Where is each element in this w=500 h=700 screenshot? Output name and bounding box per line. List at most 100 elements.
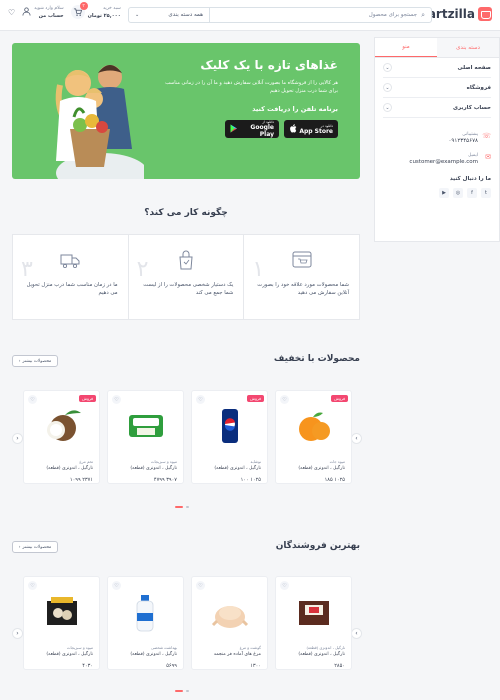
search-divider: [209, 7, 210, 23]
cart-logo-icon: [478, 7, 492, 21]
coconut-image: [46, 410, 81, 441]
tab-categories[interactable]: دسته بندی: [437, 38, 499, 57]
appstore-big: App Store: [299, 127, 333, 135]
product-category: میوه و سبزیجات: [150, 459, 177, 464]
delivery-truck-icon: [60, 254, 80, 269]
search-bar: ⌕ جستجو برای محصول همه دسته بندی ⌄: [128, 7, 432, 23]
googleplay-button[interactable]: دانلود از Google Play: [225, 120, 279, 138]
wishlist-heart-icon[interactable]: ♡: [112, 581, 121, 590]
more-label: محصولات بیشتر: [22, 544, 52, 550]
googleplay-big: Google Play: [250, 124, 274, 138]
product-category: میوه و سبزیجات: [66, 645, 93, 650]
browser-order-icon: [292, 251, 312, 268]
wishlist-heart-icon[interactable]: ♡: [280, 395, 289, 404]
tab-menu[interactable]: منو: [375, 38, 437, 57]
product-price: ۴۰۳۰: [82, 663, 93, 669]
sidebar-item-shop[interactable]: فروشگاه ⌄: [383, 78, 491, 98]
chevron-left-icon: ‹: [18, 544, 21, 550]
product-card[interactable]: ♡ نارگیل ، اندونزی (قطعه) نارگیل ، اندون…: [275, 576, 352, 670]
wishlist-heart-icon[interactable]: ♡: [28, 581, 37, 590]
pagination-dot[interactable]: [186, 690, 189, 692]
email-value[interactable]: customer@example.com: [409, 159, 478, 165]
product-name[interactable]: مرغ های آماده فر منجمد: [214, 652, 261, 657]
facebook-icon[interactable]: f: [467, 188, 477, 198]
bestsellers-more-button[interactable]: محصولات بیشتر ‹: [12, 541, 58, 553]
instagram-icon[interactable]: ◎: [453, 188, 463, 198]
discount-more-button[interactable]: محصولات بیشتر ‹: [12, 355, 58, 367]
product-name[interactable]: نارگیل ، اندونزی (قطعه): [130, 466, 177, 471]
sale-badge: فروش: [331, 395, 348, 402]
how-it-works-steps: ۱ شما محصولات مورد علاقه خود را بصورت آن…: [12, 234, 360, 320]
chevron-left-icon: ‹: [18, 358, 21, 364]
sidebar-item-home[interactable]: صفحه اصلی ⌄: [383, 58, 491, 78]
chocolate-bar-image: [298, 601, 329, 625]
product-name[interactable]: نارگیل ، اندونزی (قطعه): [214, 466, 261, 471]
sale-badge: فروش: [79, 395, 96, 402]
carousel-next-button[interactable]: ›: [351, 628, 362, 639]
search-placeholder: جستجو برای محصول: [368, 12, 418, 18]
product-category: میوه جات: [329, 459, 345, 464]
product-card[interactable]: فروش ♡ میوه جات نارگیل ، اندونزی (قطعه) …: [275, 390, 352, 484]
wishlist-heart-icon[interactable]: ♡: [196, 581, 205, 590]
product-card[interactable]: ♡ گوشت و مرغ مرغ های آماده فر منجمد ۱۳۰۰: [191, 576, 268, 670]
user-icon: [22, 6, 31, 18]
hero-title: غذاهای تازه با یک کلیک: [200, 58, 338, 72]
wishlist-heart-icon[interactable]: ♡: [8, 8, 15, 17]
support-phone[interactable]: ۰۹۱۲۳۴۵۶۷۸: [448, 138, 478, 144]
pagination-dot-active[interactable]: [175, 690, 183, 692]
step-text: شما محصولات مورد علاقه خود را بصورت آنلا…: [257, 282, 349, 296]
account-hello: سلام وارد شوید: [34, 5, 64, 11]
product-name[interactable]: نارگیل ، اندونزی (قطعه): [130, 652, 177, 657]
account-button[interactable]: سلام وارد شوید حساب من: [22, 5, 64, 19]
hero-text: غذاهای تازه با یک کلیک هر کالایی را از ف…: [158, 58, 338, 138]
cart-button[interactable]: سبد خرید ۲۵,۰۰۰ تومان ۳: [70, 2, 121, 19]
email-label: ایمیل: [468, 153, 478, 158]
wishlist-heart-icon[interactable]: ♡: [280, 581, 289, 590]
cheese-pack-image: [128, 415, 163, 437]
category-select[interactable]: همه دسته بندی ⌄: [129, 12, 209, 18]
support-label: پشتیبانی: [462, 132, 478, 137]
bestsellers-products-row: ♡ نارگیل ، اندونزی (قطعه) نارگیل ، اندون…: [20, 576, 352, 670]
cart-count-badge: ۳: [79, 2, 88, 10]
step-text: ما در زمان مناسب شما درب منزل تحویل می د…: [26, 282, 118, 296]
step-item: ۲ یک دستیار شخصی محصولات را از لیست شما …: [127, 235, 244, 319]
appstore-button[interactable]: دانلود در App Store: [284, 120, 338, 138]
wishlist-heart-icon[interactable]: ♡: [196, 395, 205, 404]
social-links: t f ◎ ▶: [383, 188, 491, 198]
product-card[interactable]: فروش ♡ تخم مرغ نارگیل ، اندونزی (قطعه) ۲…: [23, 390, 100, 484]
bestsellers-section-title: بهترین فروشندگان: [275, 541, 360, 551]
step-item: ۳ ما در زمان مناسب شما درب منزل تحویل می…: [13, 235, 128, 319]
product-card[interactable]: ♡ میوه و سبزیجات نارگیل ، اندونزی (قطعه)…: [107, 390, 184, 484]
search-input[interactable]: ⌕ جستجو برای محصول: [210, 11, 431, 20]
product-card[interactable]: ♡ بهداشت شخصی نارگیل ، اندونزی (قطعه) ۵۶…: [107, 576, 184, 670]
product-price: ۱۰۲۵ ۱۸۵: [324, 477, 345, 483]
wishlist-heart-icon[interactable]: ♡: [28, 395, 37, 404]
more-label: محصولات بیشتر: [22, 358, 52, 364]
product-name[interactable]: نارگیل ، اندونزی (قطعه): [298, 466, 345, 471]
product-name[interactable]: نارگیل ، اندونزی (قطعه): [46, 466, 93, 471]
chevron-down-icon: ⌄: [383, 63, 392, 72]
discount-section-title: محصولات با تخفیف: [273, 354, 360, 364]
youtube-icon[interactable]: ▶: [439, 188, 449, 198]
site-header: Cartzilla ⌕ جستجو برای محصول همه دسته بن…: [0, 0, 500, 31]
pagination-dot-active[interactable]: [175, 506, 183, 508]
sidebar-tabs: دسته بندی منو: [375, 38, 499, 58]
store-buttons: دانلود در App Store دانلود از Google Pla…: [158, 120, 338, 138]
product-card[interactable]: ♡ میوه و سبزیجات نارگیل ، اندونزی (قطعه)…: [23, 576, 100, 670]
carousel-next-button[interactable]: ›: [351, 433, 362, 444]
product-card[interactable]: فروش ♡ نوشابه نارگیل ، اندونزی (قطعه) ۱۰…: [191, 390, 268, 484]
step-item: ۱ شما محصولات مورد علاقه خود را بصورت آن…: [243, 235, 359, 319]
sidebar-item-account[interactable]: حساب کاربری ⌄: [383, 98, 491, 118]
wishlist-heart-icon[interactable]: ♡: [112, 395, 121, 404]
product-category: نوشابه: [250, 459, 261, 464]
twitter-icon[interactable]: t: [481, 188, 491, 198]
product-name[interactable]: نارگیل ، اندونزی (قطعه): [298, 652, 345, 657]
product-price: ۱۰۲۵ ۱۰۰: [240, 477, 261, 483]
product-name[interactable]: نارگیل ، اندونزی (قطعه): [46, 652, 93, 657]
pagination-dot[interactable]: [186, 506, 189, 508]
chevron-down-icon: ⌄: [383, 83, 392, 92]
product-category: بهداشت شخصی: [150, 645, 177, 650]
sidebar-item-label: حساب کاربری: [452, 104, 491, 111]
shampoo-bottle-image: [136, 595, 153, 632]
orange-image: [298, 412, 330, 441]
